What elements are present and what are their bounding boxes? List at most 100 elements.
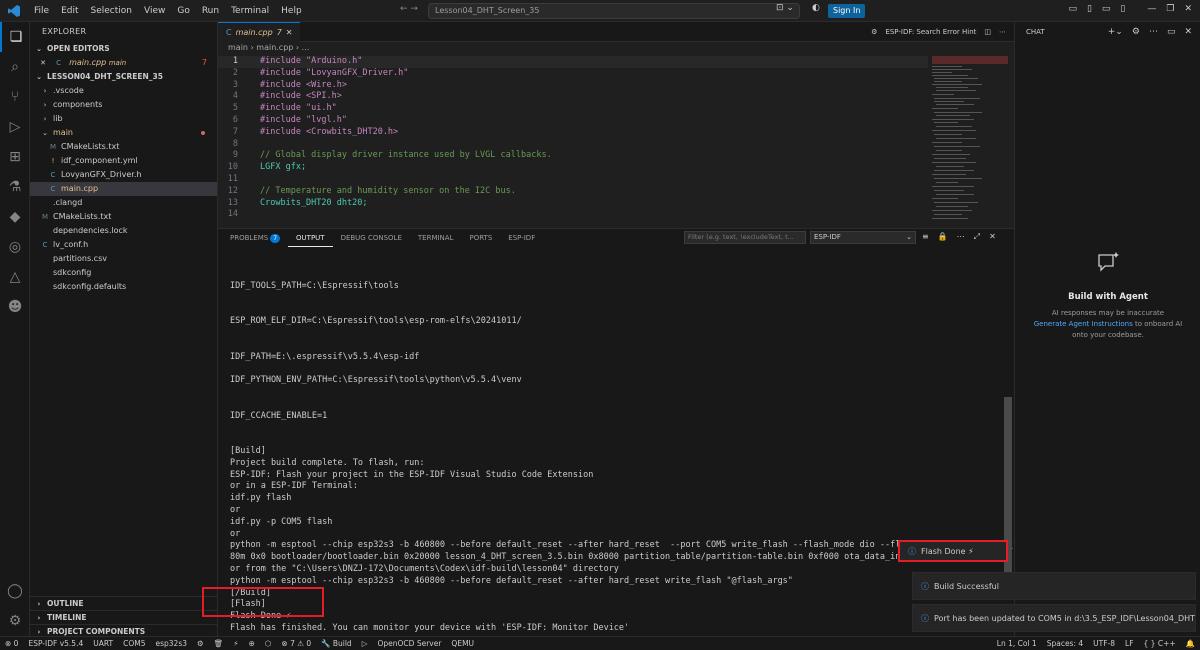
manage-gear-icon[interactable]: ⚙	[0, 606, 30, 636]
sign-in-button[interactable]: Sign In	[828, 4, 866, 18]
command-center-search[interactable]: Lesson04_DHT_Screen_35	[428, 3, 800, 19]
generate-instructions-link[interactable]: Generate Agent Instructions	[1034, 320, 1133, 328]
toast-port-update[interactable]: ⓘ Port has been updated to COM5 in d:\3.…	[912, 604, 1196, 632]
tree-item[interactable]: › .vscode	[30, 84, 217, 98]
minimize-icon[interactable]: —	[1147, 4, 1156, 14]
panel-tab[interactable]: ESP-IDF	[500, 229, 543, 247]
open-editors-header[interactable]: ⌄ OPEN EDITORS	[30, 42, 217, 56]
status-item[interactable]: UART	[88, 639, 118, 648]
status-item[interactable]: ⚡	[228, 639, 243, 648]
espidf-icon[interactable]: ☻	[0, 292, 30, 322]
close-panel-icon[interactable]: ✕	[989, 232, 996, 242]
account-icon[interactable]: ◐	[812, 3, 820, 13]
menu-item[interactable]: Go	[171, 6, 195, 16]
panel-tab[interactable]: OUTPUT	[288, 229, 333, 247]
panel-tab[interactable]: PORTS	[461, 229, 500, 247]
more-icon[interactable]: ⋯	[957, 232, 965, 242]
status-item[interactable]: ⚙	[192, 639, 209, 648]
more-actions-icon[interactable]: ⋯	[999, 28, 1006, 36]
code-line[interactable]: 13 Crowbits_DHT20 dht20;	[218, 198, 928, 210]
code-line[interactable]: 9 // Global display driver instance used …	[218, 150, 928, 162]
status-item[interactable]: OpenOCD Server	[372, 639, 446, 648]
tree-item[interactable]: sdkconfig	[30, 266, 217, 280]
toast-build-success[interactable]: ⓘ Build Successful	[912, 572, 1196, 600]
panel-tab[interactable]: DEBUG CONSOLE	[333, 229, 410, 247]
status-item[interactable]: ⊗ 7 ⚠ 0	[276, 639, 316, 648]
status-item[interactable]: ⊕	[244, 639, 260, 648]
code-line[interactable]: 10 LGFX gfx;	[218, 162, 928, 174]
tree-item[interactable]: partitions.csv	[30, 252, 217, 266]
status-item[interactable]: Spaces: 4	[1042, 639, 1088, 648]
close-icon[interactable]: ✕	[1184, 22, 1192, 42]
menu-item[interactable]: View	[138, 6, 171, 16]
menu-item[interactable]: Run	[196, 6, 225, 16]
tree-item[interactable]: dependencies.lock	[30, 224, 217, 238]
output-filter-input[interactable]: Filter (e.g. text, !excludeText, t...	[684, 231, 806, 244]
status-item[interactable]: esp32s3	[151, 639, 193, 648]
toggle-sidebar-icon[interactable]: ▯	[1087, 4, 1092, 14]
output-scrollbar[interactable]	[1004, 397, 1012, 597]
source-control-icon[interactable]: ⑂	[0, 82, 30, 112]
tree-item[interactable]: › components	[30, 98, 217, 112]
toast-flash-done[interactable]: ⓘ Flash Done ⚡	[898, 540, 1008, 562]
panel-tab[interactable]: PROBLEMS 7	[222, 229, 288, 247]
status-item[interactable]: 🔔	[1181, 639, 1200, 648]
menu-item[interactable]: Selection	[85, 6, 138, 16]
tree-item[interactable]: › lib	[30, 112, 217, 126]
maximize-icon[interactable]: ❐	[1166, 4, 1174, 14]
tab-main-cpp[interactable]: C main.cpp 7 ✕	[218, 21, 301, 42]
outline-section[interactable]: › OUTLINE	[30, 596, 218, 610]
new-chat-icon[interactable]: +⌄	[1108, 22, 1123, 42]
search-icon[interactable]: ⌕	[0, 52, 30, 82]
layout-icon[interactable]: ▭	[1068, 4, 1077, 14]
maximize-icon[interactable]: ▭	[1167, 22, 1176, 42]
testing-icon[interactable]: ⚗	[0, 172, 30, 202]
split-editor-icon[interactable]: ◫	[984, 28, 991, 36]
panel-tab[interactable]: TERMINAL	[410, 229, 462, 247]
minimap[interactable]	[930, 56, 1010, 228]
status-item[interactable]: { } C++	[1139, 639, 1181, 648]
code-line[interactable]: 12 // Temperature and humidity sensor on …	[218, 186, 928, 198]
tree-item[interactable]: M CMakeLists.txt	[30, 210, 217, 224]
copilot-icon[interactable]: ⊡ ⌄	[776, 3, 794, 13]
explorer-icon[interactable]: ❏	[0, 22, 30, 52]
code-line[interactable]: 5 #include "ui.h"	[218, 103, 928, 115]
close-window-icon[interactable]: ✕	[1184, 4, 1192, 14]
tree-item[interactable]: ! idf_component.yml	[30, 154, 217, 168]
timeline-section[interactable]: › TIMELINE	[30, 610, 218, 624]
tree-item[interactable]: ⌄ main	[30, 126, 217, 140]
menu-item[interactable]: Terminal	[225, 6, 275, 16]
tree-item[interactable]: C LovyanGFX_Driver.h	[30, 168, 217, 182]
search-error-hint-button[interactable]: ESP-IDF: Search Error Hint	[885, 28, 976, 36]
status-item[interactable]: UTF-8	[1088, 639, 1120, 648]
close-icon[interactable]: ✕	[38, 56, 48, 70]
accounts-icon[interactable]: ◯	[0, 576, 30, 606]
code-line[interactable]: 1 #include "Arduino.h"	[218, 56, 928, 68]
output-channel-select[interactable]: ESP-IDF ⌄	[810, 231, 916, 244]
menu-item[interactable]: Help	[275, 6, 308, 16]
toggle-aux-icon[interactable]: ▯	[1120, 4, 1125, 14]
status-item[interactable]: LF	[1120, 639, 1139, 648]
menu-item[interactable]: File	[28, 6, 55, 16]
settings-gear-icon[interactable]: ⚙	[1132, 22, 1140, 42]
tree-item[interactable]: .clangd	[30, 196, 217, 210]
code-line[interactable]: 3 #include <Wire.h>	[218, 80, 928, 92]
status-item[interactable]: ⊗ 0	[0, 639, 23, 648]
run-debug-icon[interactable]: ▷	[0, 112, 30, 142]
code-line[interactable]: 7 #include <Crowbits_DHT20.h>	[218, 127, 928, 139]
close-icon[interactable]: ✕	[286, 28, 293, 37]
status-item[interactable]: 🔧 Build	[316, 639, 357, 648]
tree-item[interactable]: Cmain.cpp	[30, 182, 217, 196]
cmake-icon[interactable]: △	[0, 262, 30, 292]
status-item[interactable]: ESP-IDF v5.5.4	[23, 639, 88, 648]
status-item[interactable]: COM5	[118, 639, 150, 648]
project-root[interactable]: ⌄ LESSON04_DHT_SCREEN_35	[30, 70, 217, 84]
status-item[interactable]: 🗑	[209, 639, 229, 648]
code-line[interactable]: 4 #include <SPI.h>	[218, 91, 928, 103]
code-line[interactable]: 14	[218, 209, 928, 221]
breadcrumb[interactable]: main › main.cpp › ...	[218, 42, 1014, 54]
open-editor-item[interactable]: ✕ C main.cpp main 7	[30, 56, 217, 70]
status-item[interactable]: QEMU	[446, 639, 479, 648]
code-editor[interactable]: 1 #include "Arduino.h" 2 #include "LovyanGF…	[218, 56, 928, 228]
menu-item[interactable]: Edit	[55, 6, 84, 16]
